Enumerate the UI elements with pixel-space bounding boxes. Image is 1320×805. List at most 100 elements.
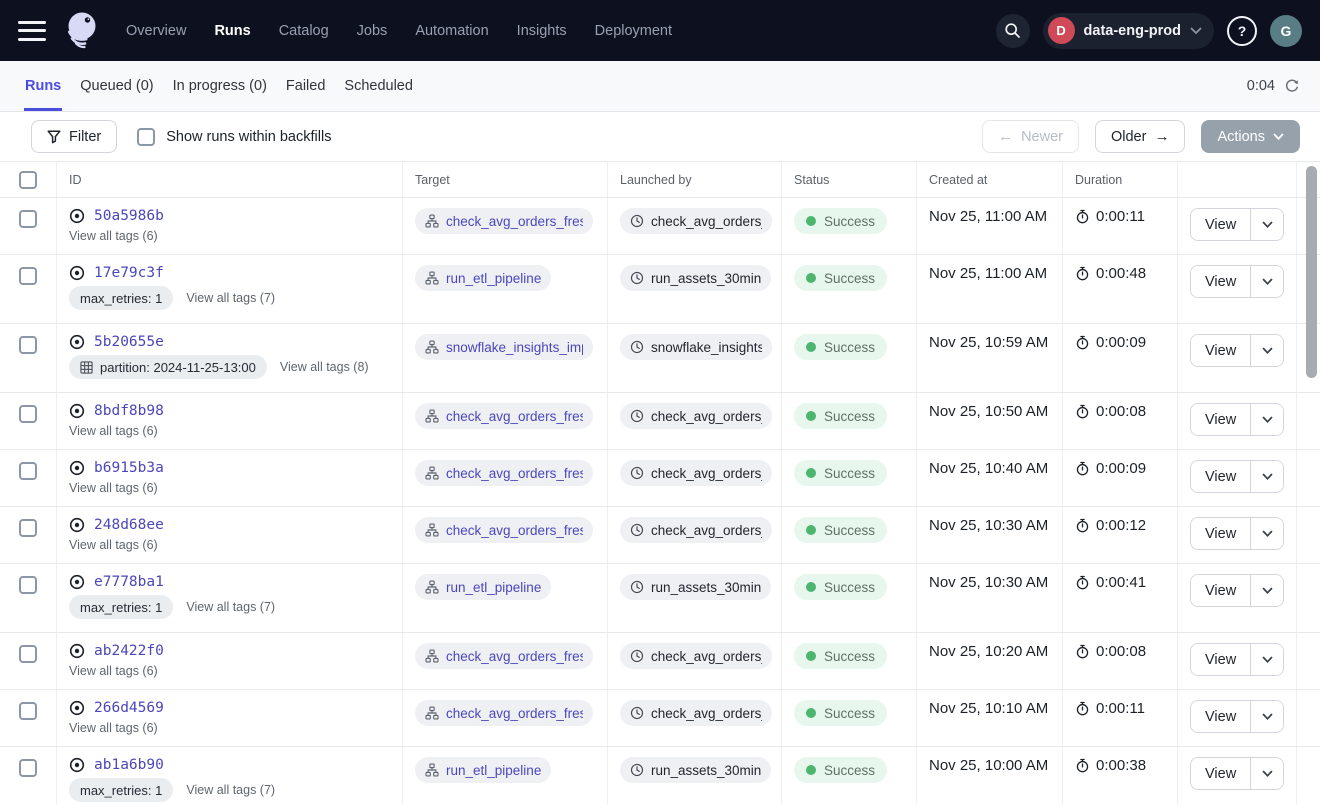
view-button[interactable]: View [1191,266,1250,297]
view-dropdown-button[interactable] [1250,461,1283,492]
older-button[interactable]: Older → [1095,120,1185,153]
user-avatar[interactable]: G [1270,15,1302,47]
target-pill[interactable]: check_avg_orders_freshne [415,460,593,486]
run-id-link[interactable]: 50a5986b [94,208,164,224]
run-id-link[interactable]: 248d68ee [94,517,164,533]
run-id-link[interactable]: e7778ba1 [94,574,164,590]
row-checkbox[interactable] [19,210,37,228]
hamburger-menu-button[interactable] [18,21,46,41]
view-all-tags-link[interactable]: View all tags (7) [186,600,275,614]
row-checkbox[interactable] [19,336,37,354]
dagster-logo-icon[interactable] [60,9,104,53]
nav-item-insights[interactable]: Insights [517,23,567,39]
view-button[interactable]: View [1191,644,1250,675]
view-all-tags-link[interactable]: View all tags (6) [69,664,158,678]
nav-item-runs[interactable]: Runs [214,23,250,39]
row-checkbox[interactable] [19,702,37,720]
launched-by-pill[interactable]: check_avg_orders_f… [620,403,772,429]
view-dropdown-button[interactable] [1250,335,1283,366]
select-all-checkbox[interactable] [19,171,37,189]
view-dropdown-button[interactable] [1250,644,1283,675]
launched-by-pill[interactable]: run_assets_30min [620,757,771,783]
show-backfills-toggle[interactable]: Show runs within backfills [137,128,331,146]
target-pill[interactable]: check_avg_orders_freshne [415,643,593,669]
nav-item-deployment[interactable]: Deployment [595,23,672,39]
launched-by-pill[interactable]: check_avg_orders_f… [620,643,772,669]
row-checkbox[interactable] [19,405,37,423]
tab-in-progress[interactable]: In progress (0) [172,61,268,111]
view-all-tags-link[interactable]: View all tags (6) [69,538,158,552]
launched-by-pill[interactable]: check_avg_orders_f… [620,700,772,726]
view-button[interactable]: View [1191,758,1250,789]
view-button[interactable]: View [1191,575,1250,606]
target-pill[interactable]: run_etl_pipeline [415,757,551,783]
row-checkbox[interactable] [19,576,37,594]
launched-by-pill[interactable]: run_assets_30min [620,265,771,291]
nav-item-jobs[interactable]: Jobs [357,23,388,39]
view-button[interactable]: View [1191,701,1250,732]
actions-button[interactable]: Actions [1201,120,1300,153]
nav-item-overview[interactable]: Overview [126,23,186,39]
view-all-tags-link[interactable]: View all tags (6) [69,424,158,438]
vertical-scrollbar[interactable] [1306,166,1317,378]
view-all-tags-link[interactable]: View all tags (7) [186,291,275,305]
view-button[interactable]: View [1191,518,1250,549]
row-checkbox[interactable] [19,645,37,663]
view-dropdown-button[interactable] [1250,758,1283,789]
view-button[interactable]: View [1191,335,1250,366]
target-pill[interactable]: run_etl_pipeline [415,574,551,600]
launched-by-pill[interactable]: check_avg_orders_f… [620,208,772,234]
target-pill[interactable]: check_avg_orders_freshne [415,208,593,234]
run-id-link[interactable]: 266d4569 [94,700,164,716]
view-dropdown-button[interactable] [1250,518,1283,549]
filter-button[interactable]: Filter [31,120,117,153]
launched-by-pill[interactable]: check_avg_orders_f… [620,460,772,486]
newer-button[interactable]: ← Newer [982,120,1079,153]
target-pill[interactable]: check_avg_orders_freshne [415,517,593,543]
run-id-link[interactable]: 5b20655e [94,334,164,350]
launched-by-pill[interactable]: check_avg_orders_f… [620,517,772,543]
view-all-tags-link[interactable]: View all tags (7) [186,783,275,797]
view-all-tags-link[interactable]: View all tags (6) [69,229,158,243]
launched-by-pill[interactable]: run_assets_30min [620,574,771,600]
run-tag-pill[interactable]: partition: 2024-11-25-13:00 [69,355,267,379]
row-checkbox[interactable] [19,759,37,777]
target-pill[interactable]: run_etl_pipeline [415,265,551,291]
view-button[interactable]: View [1191,209,1250,240]
target-pill[interactable]: snowflake_insights_import [415,334,593,360]
view-dropdown-button[interactable] [1250,575,1283,606]
target-pill[interactable]: check_avg_orders_freshne [415,700,593,726]
row-checkbox[interactable] [19,462,37,480]
view-button[interactable]: View [1191,461,1250,492]
run-id-link[interactable]: b6915b3a [94,460,164,476]
row-checkbox[interactable] [19,519,37,537]
run-id-link[interactable]: 17e79c3f [94,265,164,281]
search-button[interactable] [996,14,1030,48]
view-button[interactable]: View [1191,404,1250,435]
view-all-tags-link[interactable]: View all tags (6) [69,481,158,495]
tab-failed[interactable]: Failed [285,61,327,111]
view-dropdown-button[interactable] [1250,266,1283,297]
run-tag-pill[interactable]: max_retries: 1 [69,778,173,802]
nav-item-catalog[interactable]: Catalog [279,23,329,39]
run-id-link[interactable]: ab1a6b90 [94,757,164,773]
view-all-tags-link[interactable]: View all tags (6) [69,721,158,735]
view-dropdown-button[interactable] [1250,209,1283,240]
view-all-tags-link[interactable]: View all tags (8) [280,360,369,374]
run-tag-pill[interactable]: max_retries: 1 [69,286,173,310]
run-id-link[interactable]: 8bdf8b98 [94,403,164,419]
view-dropdown-button[interactable] [1250,404,1283,435]
tab-scheduled[interactable]: Scheduled [343,61,414,111]
refresh-icon[interactable] [1284,78,1300,94]
view-dropdown-button[interactable] [1250,701,1283,732]
run-id-link[interactable]: ab2422f0 [94,643,164,659]
run-tag-pill[interactable]: max_retries: 1 [69,595,173,619]
tab-queued[interactable]: Queued (0) [79,61,154,111]
nav-item-automation[interactable]: Automation [415,23,488,39]
help-button[interactable]: ? [1227,16,1257,46]
row-checkbox[interactable] [19,267,37,285]
launched-by-pill[interactable]: snowflake_insights_… [620,334,772,360]
tab-runs[interactable]: Runs [24,61,62,111]
deployment-switcher[interactable]: D data-eng-prod [1043,13,1214,49]
show-backfills-checkbox[interactable] [137,128,155,146]
